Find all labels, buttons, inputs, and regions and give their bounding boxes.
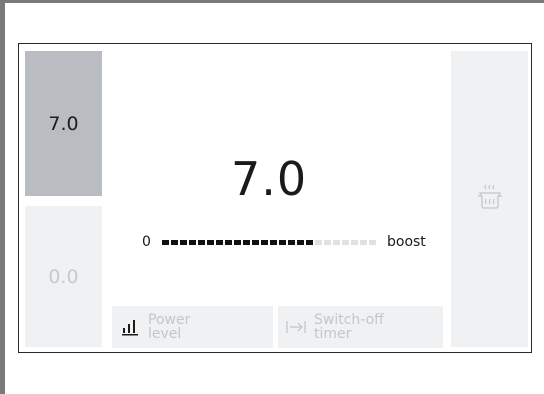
level-segment (315, 240, 322, 245)
level-segment (297, 240, 304, 245)
keep-warm-button[interactable] (451, 51, 528, 347)
level-segment (360, 240, 367, 245)
level-segment (324, 240, 331, 245)
level-segment (180, 240, 187, 245)
level-segment (333, 240, 340, 245)
power-level-display: 7.0 (231, 152, 308, 206)
zone-1-button[interactable]: 7.0 (25, 51, 102, 196)
power-level-label-line1: Power (148, 312, 191, 328)
scale-min-label: 0 (142, 234, 151, 250)
timer-label-line1: Switch-off (314, 312, 384, 328)
level-segment (234, 240, 241, 245)
pot-steam-icon (476, 184, 504, 214)
zone-2-value: 0.0 (48, 265, 79, 288)
timer-label-line2: timer (314, 326, 352, 342)
level-segment (369, 240, 376, 245)
switch-off-timer-tab[interactable]: Switch-off timer (278, 306, 443, 348)
power-level-slider[interactable] (162, 240, 376, 245)
scale-max-label: boost (387, 234, 426, 250)
level-segment (198, 240, 205, 245)
power-level-label-line2: level (148, 326, 182, 342)
power-level-tab[interactable]: Power level (112, 306, 273, 348)
window-frame-left (0, 0, 5, 394)
level-segment (279, 240, 286, 245)
level-segment (225, 240, 232, 245)
cooktop-display: 7.0 0.0 7.0 0 boost Power level Switch-o… (18, 43, 532, 353)
zone-2-button[interactable]: 0.0 (25, 206, 102, 347)
zone-1-value: 7.0 (48, 112, 79, 135)
window-frame-top (0, 0, 544, 3)
level-segment (270, 240, 277, 245)
level-segment (342, 240, 349, 245)
bars-icon (118, 318, 144, 336)
arrow-to-line-icon (284, 318, 310, 336)
level-segment (252, 240, 259, 245)
level-segment (171, 240, 178, 245)
level-segment (261, 240, 268, 245)
level-segment (306, 240, 313, 245)
level-segment (243, 240, 250, 245)
level-segment (351, 240, 358, 245)
level-segment (189, 240, 196, 245)
level-segment (207, 240, 214, 245)
level-segment (162, 240, 169, 245)
level-segment (216, 240, 223, 245)
level-segment (288, 240, 295, 245)
